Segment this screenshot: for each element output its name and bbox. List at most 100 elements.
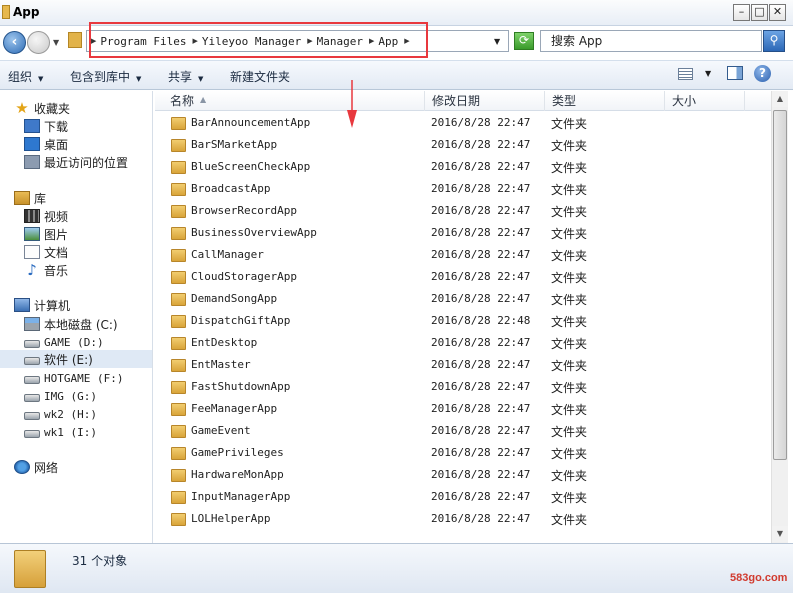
sidebar-label: HOTGAME (F:): [44, 371, 124, 385]
sidebar-label: 网络: [34, 460, 59, 475]
back-button[interactable]: ‹: [3, 31, 26, 54]
sidebar-item-libraries[interactable]: 库: [14, 189, 46, 207]
folder-icon: [14, 550, 46, 588]
sidebar-item-music[interactable]: ♪ 音乐: [24, 261, 68, 279]
sidebar-item-videos[interactable]: 视频: [24, 207, 68, 225]
folder-icon: [171, 183, 186, 196]
help-icon[interactable]: ?: [754, 65, 771, 82]
file-type: 文件夹: [551, 139, 588, 153]
navigation-pane: ★ 收藏夹 下载 桌面 最近访问的位置 库 视频 图片 文档 ♪ 音乐 计算机 本地…: [0, 91, 153, 543]
sidebar-item-downloads[interactable]: 下载: [24, 117, 68, 135]
file-name: InputManagerApp: [191, 490, 291, 503]
file-name: BlueScreenCheckApp: [191, 160, 311, 173]
close-button[interactable]: ✕: [769, 4, 786, 21]
file-name: CallManager: [191, 248, 264, 261]
scrollbar-thumb[interactable]: [773, 110, 787, 460]
sidebar-item-desktop[interactable]: 桌面: [24, 135, 68, 153]
file-row[interactable]: BarSMarketApp 2016/8/28 22:47 文件夹: [155, 134, 771, 156]
column-header-type[interactable]: 类型: [545, 91, 665, 111]
file-row[interactable]: FeeManagerApp 2016/8/28 22:47 文件夹: [155, 398, 771, 420]
chevron-down-icon: ▼: [38, 75, 44, 83]
recent-places-icon: [24, 155, 40, 169]
sidebar-item-drive-f[interactable]: HOTGAME (F:): [24, 369, 123, 387]
chevron-right-icon[interactable]: ▶: [307, 37, 312, 45]
sidebar-label: 库: [34, 191, 47, 206]
maximize-button[interactable]: □: [751, 4, 768, 21]
sidebar-item-drive-e[interactable]: 软件 (E:): [0, 350, 152, 368]
breadcrumb-program-files[interactable]: Program Files: [100, 35, 186, 48]
file-row[interactable]: LOLHelperApp 2016/8/28 22:47 文件夹: [155, 508, 771, 530]
file-name: FeeManagerApp: [191, 402, 278, 415]
chevron-right-icon[interactable]: ▶: [369, 37, 374, 45]
sidebar-label: 下载: [44, 119, 69, 134]
chevron-right-icon[interactable]: ▶: [91, 37, 96, 45]
sidebar-item-network[interactable]: 网络: [14, 458, 58, 476]
scroll-down-icon[interactable]: ▼: [772, 526, 788, 542]
downloads-icon: [24, 119, 40, 133]
file-row[interactable]: CloudStoragerApp 2016/8/28 22:47 文件夹: [155, 266, 771, 288]
file-date: 2016/8/28 22:47: [431, 270, 531, 283]
sidebar-item-favorites[interactable]: ★ 收藏夹: [14, 99, 70, 117]
column-header-size[interactable]: 大小: [665, 91, 745, 111]
chevron-right-icon[interactable]: ▶: [192, 37, 197, 45]
file-row[interactable]: FastShutdownApp 2016/8/28 22:47 文件夹: [155, 376, 771, 398]
file-date: 2016/8/28 22:47: [431, 248, 531, 261]
address-dropdown[interactable]: ▼: [494, 37, 500, 46]
sidebar-item-computer[interactable]: 计算机: [14, 296, 70, 314]
file-row[interactable]: DispatchGiftApp 2016/8/28 22:48 文件夹: [155, 310, 771, 332]
sidebar-label: 音乐: [44, 263, 69, 278]
file-row[interactable]: EntMaster 2016/8/28 22:47 文件夹: [155, 354, 771, 376]
file-row[interactable]: BroadcastApp 2016/8/28 22:47 文件夹: [155, 178, 771, 200]
new-folder-button[interactable]: 新建文件夹: [230, 68, 290, 85]
view-options-icon[interactable]: [678, 68, 693, 80]
search-icon[interactable]: ⚲: [763, 30, 785, 52]
refresh-button[interactable]: ⟳: [514, 32, 534, 50]
sidebar-item-drive-h[interactable]: wk2 (H:): [24, 405, 97, 423]
chevron-right-icon[interactable]: ▶: [404, 37, 409, 45]
breadcrumb-app[interactable]: App: [378, 35, 398, 48]
sidebar-label: 最近访问的位置: [44, 155, 129, 170]
sidebar-item-drive-c[interactable]: 本地磁盘 (C:): [24, 315, 118, 333]
sidebar-item-drive-i[interactable]: wk1 (I:): [24, 423, 97, 441]
breadcrumb-manager[interactable]: Manager: [317, 35, 363, 48]
folder-icon: [171, 271, 186, 284]
network-icon: [14, 460, 30, 474]
file-row[interactable]: CallManager 2016/8/28 22:47 文件夹: [155, 244, 771, 266]
sidebar-item-drive-d[interactable]: GAME (D:): [24, 333, 104, 351]
vertical-scrollbar[interactable]: ▲ ▼: [771, 91, 788, 543]
organize-menu[interactable]: 组织 ▼: [8, 68, 43, 85]
recent-pages-dropdown[interactable]: ▼: [53, 38, 59, 47]
file-row[interactable]: DemandSongApp 2016/8/28 22:47 文件夹: [155, 288, 771, 310]
forward-button[interactable]: ›: [27, 31, 50, 54]
file-name: GamePrivileges: [191, 446, 284, 459]
file-type: 文件夹: [551, 359, 588, 373]
column-header-modified[interactable]: 修改日期: [425, 91, 545, 111]
sidebar-item-drive-g[interactable]: IMG (G:): [24, 387, 97, 405]
scroll-up-icon[interactable]: ▲: [772, 91, 788, 107]
file-row[interactable]: BarAnnouncementApp 2016/8/28 22:47 文件夹: [155, 112, 771, 134]
search-input[interactable]: 搜索 App: [540, 30, 762, 52]
sidebar-item-documents[interactable]: 文档: [24, 243, 68, 261]
file-date: 2016/8/28 22:47: [431, 402, 531, 415]
file-row[interactable]: EntDesktop 2016/8/28 22:47 文件夹: [155, 332, 771, 354]
view-dropdown[interactable]: ▼: [705, 69, 711, 78]
file-row[interactable]: BrowserRecordApp 2016/8/28 22:47 文件夹: [155, 200, 771, 222]
file-type: 文件夹: [551, 403, 588, 417]
file-row[interactable]: GameEvent 2016/8/28 22:47 文件夹: [155, 420, 771, 442]
sidebar-item-recent[interactable]: 最近访问的位置: [24, 153, 128, 171]
breadcrumb-yileyoo-manager[interactable]: Yileyoo Manager: [202, 35, 301, 48]
file-row[interactable]: BlueScreenCheckApp 2016/8/28 22:47 文件夹: [155, 156, 771, 178]
organize-label: 组织: [8, 70, 33, 84]
include-library-menu[interactable]: 包含到库中 ▼: [70, 68, 141, 85]
file-row[interactable]: HardwareMonApp 2016/8/28 22:47 文件夹: [155, 464, 771, 486]
system-drive-icon: [24, 317, 40, 331]
file-row[interactable]: BusinessOverviewApp 2016/8/28 22:47 文件夹: [155, 222, 771, 244]
minimize-button[interactable]: –: [733, 4, 750, 21]
file-type: 文件夹: [551, 469, 588, 483]
file-row[interactable]: InputManagerApp 2016/8/28 22:47 文件夹: [155, 486, 771, 508]
file-row[interactable]: GamePrivileges 2016/8/28 22:47 文件夹: [155, 442, 771, 464]
sidebar-item-pictures[interactable]: 图片: [24, 225, 68, 243]
address-bar[interactable]: ▶ Program Files ▶ Yileyoo Manager ▶ Mana…: [86, 30, 509, 52]
preview-pane-icon[interactable]: [727, 66, 743, 80]
share-menu[interactable]: 共享 ▼: [168, 68, 203, 85]
